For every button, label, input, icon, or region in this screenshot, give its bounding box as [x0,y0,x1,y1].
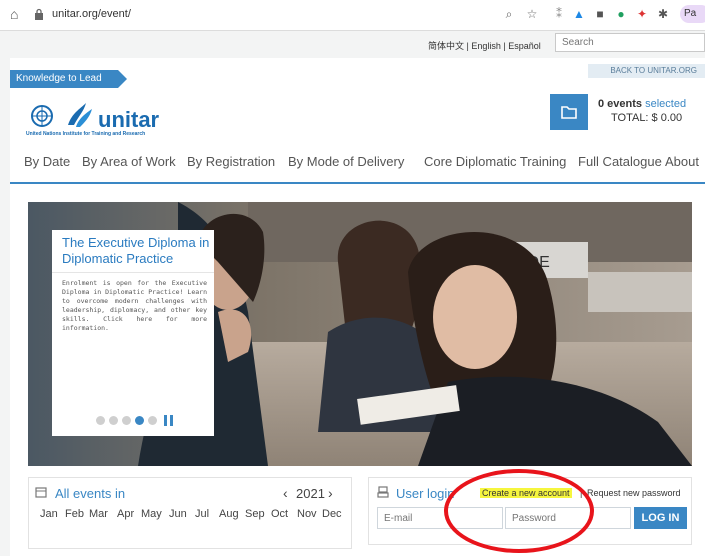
tagline-text: Knowledge to Lead [16,73,102,84]
puzzle-icon[interactable]: ✱ [656,7,670,21]
search-input[interactable] [555,33,705,52]
unitar-emblem-icon [68,103,92,127]
month-jun[interactable]: Jun [169,508,187,520]
month-jan[interactable]: Jan [40,508,58,520]
nav-about[interactable]: About [665,154,699,169]
month-nov[interactable]: Nov [297,508,317,520]
tagline-ribbon: Knowledge to Lead [10,70,127,88]
slide-dot[interactable] [135,416,144,425]
nav-full-catalogue[interactable]: Full Catalogue [578,154,662,169]
month-oct[interactable]: Oct [271,508,288,520]
extension-icon[interactable]: ⁑ [552,7,566,21]
nav-by-date[interactable]: By Date [24,154,70,169]
cart-count-value: 0 events [598,98,643,110]
star-icon[interactable]: ☆ [525,7,539,21]
back-link-label: BACK TO UNITAR.ORG [610,66,697,75]
slide-dot[interactable] [96,416,105,425]
calendar-title: All events in [55,486,126,501]
extension-icon[interactable]: ● [614,7,628,21]
login-button[interactable]: LOG IN [634,507,687,529]
month-jul[interactable]: Jul [195,508,209,520]
calendar-icon [35,487,47,498]
back-to-unitar-link[interactable]: BACK TO UNITAR.ORG [588,64,705,78]
folder-icon [561,106,577,119]
month-dec[interactable]: Dec [322,508,342,520]
extension-icon[interactable]: ■ [593,7,607,21]
logo-subtitle: United Nations Institute for Training an… [26,131,146,137]
profile-button[interactable]: Pa [680,5,705,23]
month-aug[interactable]: Aug [219,508,239,520]
logo-wordmark[interactable]: unitar [98,107,159,133]
extension-icon[interactable]: ✦ [635,7,649,21]
cart-count: 0 events selected [598,98,686,110]
slide-dot[interactable] [148,416,157,425]
nav-by-area-of-work[interactable]: By Area of Work [82,154,176,169]
nav-divider [10,182,705,184]
slide-dot[interactable] [122,416,131,425]
profile-label: Pa [684,8,697,19]
month-may[interactable]: May [141,508,162,520]
language-switcher[interactable]: 简体中文 | English | Español [428,39,541,52]
request-password-link[interactable]: Request new password [587,488,681,498]
cart-button[interactable] [550,94,588,130]
month-sep[interactable]: Sep [245,508,265,520]
pause-icon[interactable] [164,415,173,426]
browser-toolbar: ⌂ unitar.org/event/ ⌕ ☆ ⁑ ▲ ■ ● ✦ ✱ Pa [0,0,705,31]
cart-total: TOTAL: $ 0.00 [611,112,683,124]
nav-core-diplomatic-training[interactable]: Core Diplomatic Training [424,154,566,169]
month-mar[interactable]: Mar [89,508,108,520]
cart-count-suffix: selected [645,98,687,110]
annotation-circle [444,469,594,553]
next-year-button[interactable]: › [328,485,333,501]
zoom-icon[interactable]: ⌕ [502,7,516,21]
un-emblem-icon [31,105,53,127]
nav-by-mode-of-delivery[interactable]: By Mode of Delivery [288,154,404,169]
nav-by-registration[interactable]: By Registration [187,154,275,169]
slide-dot[interactable] [109,416,118,425]
hero-title[interactable]: The Executive Diploma in Diplomatic Prac… [62,235,210,267]
address-bar[interactable]: unitar.org/event/ [52,8,131,20]
home-icon[interactable]: ⌂ [10,6,18,22]
month-apr[interactable]: Apr [117,508,134,520]
lock-icon[interactable] [34,8,44,20]
calendar-year: 2021 [296,486,325,501]
prev-year-button[interactable]: ‹ [283,485,288,501]
caption-divider [52,272,214,273]
user-icon [377,486,389,498]
month-feb[interactable]: Feb [65,508,84,520]
drive-icon[interactable]: ▲ [572,7,586,21]
hero-description[interactable]: Enrolment is open for the Executive Dipl… [62,279,207,333]
